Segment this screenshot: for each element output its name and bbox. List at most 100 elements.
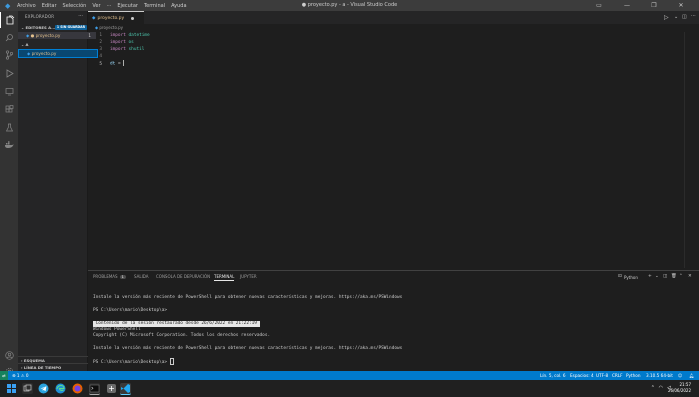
breadcrumb[interactable]: ◆ proyecto.py xyxy=(88,24,699,32)
python-file-icon: ◆ xyxy=(26,33,30,38)
explorer-sidebar: EXPLORADOR ··· ⌄ EDITORES A... 1 SIN GUA… xyxy=(18,11,98,371)
run-file-icon[interactable]: ▷ xyxy=(664,14,669,21)
code-editor[interactable]: 1 import datetime 2 import os 3 import shut… xyxy=(88,32,699,268)
menu-ejecutar[interactable]: Ejecutar xyxy=(117,3,138,9)
menu-archivo[interactable]: Archivo xyxy=(17,3,36,9)
run-debug-icon[interactable] xyxy=(0,65,18,81)
close-panel-icon[interactable]: ✕ xyxy=(688,274,692,279)
search-icon[interactable] xyxy=(0,29,18,45)
clock-date: 26/06/2022 xyxy=(667,388,691,393)
editor-tab[interactable]: ◆ proyecto.py xyxy=(88,11,144,24)
split-editor-icon[interactable]: ◫ xyxy=(682,14,687,20)
timeline-section[interactable]: › LÍNEA DE TIEMPO xyxy=(18,363,91,371)
keyword: import xyxy=(110,40,126,45)
open-editor-item[interactable]: ◆ ● proyecto.py 1 xyxy=(18,32,96,39)
tab-salida[interactable]: SALIDA xyxy=(134,274,149,279)
maximize-button[interactable]: ❐ xyxy=(647,0,661,11)
text-cursor xyxy=(123,60,125,66)
unsaved-dot-icon[interactable] xyxy=(131,16,135,20)
account-icon[interactable] xyxy=(0,347,18,363)
code-line: 4 xyxy=(88,53,110,60)
line-number: 2 xyxy=(99,40,102,45)
trash-icon[interactable]: 🗑 xyxy=(671,274,677,279)
menu-more[interactable]: ··· xyxy=(107,3,112,9)
line-number: 5 xyxy=(99,61,102,67)
folder-file-name: proyecto.py xyxy=(31,51,57,56)
tab-consola-depuracion[interactable]: CONSOLA DE DEPURACIÓN xyxy=(156,274,210,279)
task-view-icon[interactable] xyxy=(22,383,33,394)
windows-taskbar: ⌃ ◠ ◁ 21:57 26/06/2022 xyxy=(0,380,699,397)
cursor-position[interactable]: Lín. 5, col. 6 xyxy=(540,371,566,380)
operator: = xyxy=(115,61,124,67)
status-bar: ⇄ ⊗ 1 ⚠ 0 Lín. 5, col. 6 Espacios: 4 UTF… xyxy=(0,371,699,380)
taskbar-clock[interactable]: 21:57 26/06/2022 xyxy=(668,382,691,394)
encoding[interactable]: UTF-8 xyxy=(596,371,608,380)
menu-editar[interactable]: Editar xyxy=(42,3,57,9)
vscode-logo-icon: ◆ xyxy=(5,1,11,10)
tray-chevron-icon[interactable]: ⌃ xyxy=(651,385,655,391)
docker-icon[interactable] xyxy=(0,137,18,153)
windows-start-icon[interactable] xyxy=(6,383,17,394)
bottom-panel: PROBLEMAS 1 SALIDA CONSOLA DE DEPURACIÓN … xyxy=(88,270,699,371)
vscode-taskbar-icon[interactable] xyxy=(120,383,131,395)
notifications-bell-icon[interactable]: 🔔︎ xyxy=(689,371,694,380)
python-file-icon: ◆ xyxy=(95,25,99,30)
folder-file-item[interactable]: ◆ proyecto.py xyxy=(18,49,98,58)
prompt-text: PS C:\Users\mario\Desktop\a> xyxy=(93,360,170,365)
problems-count-badge: 1 xyxy=(119,275,126,279)
python-interpreter[interactable]: 3.10.5 64-bit xyxy=(646,371,673,380)
testing-icon[interactable] xyxy=(0,119,18,135)
minimize-button[interactable]: — xyxy=(620,0,634,11)
scrollbar-track[interactable] xyxy=(684,32,685,268)
module-name: os xyxy=(128,40,134,45)
folder-label: A xyxy=(25,42,29,47)
open-editors-header[interactable]: ⌄ EDITORES A... 1 SIN GUARDAR xyxy=(18,24,91,31)
terminal-cursor xyxy=(169,358,174,365)
edge-icon[interactable] xyxy=(55,383,66,394)
menu-seleccion[interactable]: Selección xyxy=(63,3,87,9)
wifi-icon[interactable]: ◠ xyxy=(659,385,663,391)
unsaved-badge: 1 SIN GUARDAR xyxy=(55,25,87,30)
terminal-line: Copyright (C) Microsoft Corporation. Tod… xyxy=(93,333,271,338)
new-terminal-icon[interactable]: + xyxy=(648,274,652,279)
terminal-dropdown-icon[interactable]: ⌄ xyxy=(655,274,659,279)
layout-panel-icon[interactable]: ▭ xyxy=(592,0,606,11)
maximize-panel-icon[interactable]: ⌃ xyxy=(679,274,683,279)
more-actions-icon[interactable]: ··· xyxy=(691,13,696,19)
breadcrumb-file[interactable]: proyecto.py xyxy=(99,25,123,30)
split-terminal-icon[interactable]: ◫ xyxy=(663,274,667,279)
terminal-icon: ⊡ xyxy=(618,274,622,279)
run-dropdown-icon[interactable]: ⌄ xyxy=(674,14,678,20)
remote-icon[interactable]: ⇄ xyxy=(0,371,8,380)
code-line: 2 import os xyxy=(88,39,134,46)
source-control-icon[interactable] xyxy=(0,47,18,63)
remote-explorer-icon[interactable] xyxy=(0,83,18,99)
telegram-icon[interactable] xyxy=(38,383,49,394)
folder-header[interactable]: ⌄ A xyxy=(18,41,91,48)
extensions-icon[interactable] xyxy=(0,101,18,117)
tab-jupyter[interactable]: JUPYTER xyxy=(240,274,257,279)
problems-status[interactable]: ⊗ 1 ⚠ 0 xyxy=(12,371,29,380)
tab-terminal[interactable]: TERMINAL xyxy=(214,274,235,281)
title-bar: ◆ Archivo Editar Selección Ver ··· Ejecu… xyxy=(0,0,699,11)
indentation[interactable]: Espacios: 4 xyxy=(570,371,594,380)
code-line: 5 dt = xyxy=(88,60,125,67)
code-line: 3 import shutil xyxy=(88,46,144,53)
end-of-line[interactable]: CRLF xyxy=(612,371,623,380)
explorer-icon[interactable] xyxy=(0,12,19,28)
line-number: 3 xyxy=(99,47,102,52)
shell-label[interactable]: Python xyxy=(624,275,638,280)
terminal-app-icon[interactable] xyxy=(89,383,100,395)
tab-problemas[interactable]: PROBLEMAS 1 xyxy=(93,274,126,279)
tab-label: proyecto.py xyxy=(97,15,125,21)
close-button[interactable]: ✕ xyxy=(674,0,688,11)
feedback-icon[interactable]: ☺ xyxy=(678,371,682,380)
more-actions-icon[interactable]: ··· xyxy=(78,13,83,19)
language-mode[interactable]: Python xyxy=(626,371,641,380)
menu-ver[interactable]: Ver xyxy=(92,3,100,9)
firefox-icon[interactable] xyxy=(72,383,83,394)
terminal-prompt[interactable]: PS C:\Users\mario\Desktop\a> xyxy=(93,358,174,366)
menu-terminal[interactable]: Terminal xyxy=(144,3,165,9)
app-icon[interactable] xyxy=(106,383,117,394)
menu-ayuda[interactable]: Ayuda xyxy=(171,3,186,9)
